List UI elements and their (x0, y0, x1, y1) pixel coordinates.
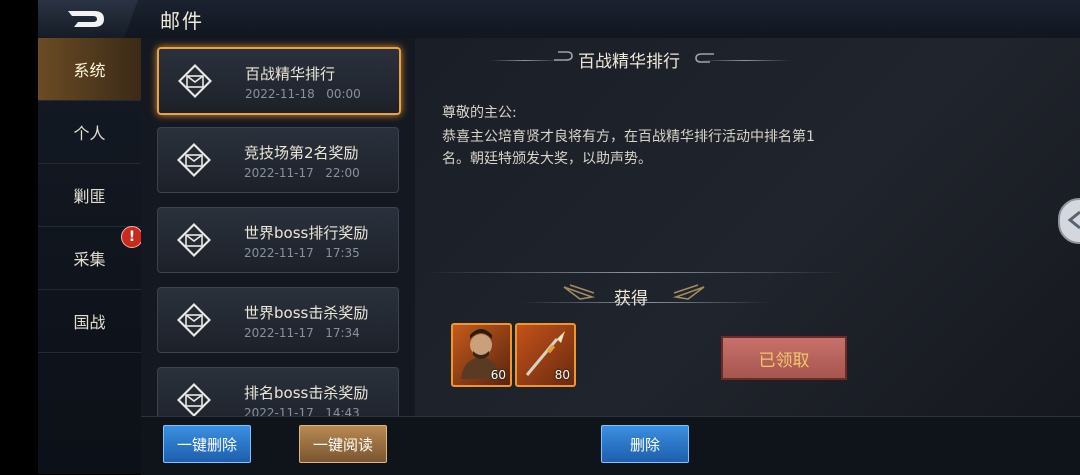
mail-timestamp: 2022-11-17 17:35 (244, 246, 360, 260)
reward-divider (425, 272, 845, 273)
mail-date: 2022-11-17 (244, 326, 314, 340)
mail-timestamp: 2022-11-17 17:34 (244, 326, 360, 340)
wing-ornament-right-icon (672, 284, 705, 300)
tab-personal[interactable]: 个人 (38, 101, 141, 164)
reward-item[interactable]: 60 (451, 323, 512, 387)
mail-title: 排名boss击杀奖励 (244, 384, 369, 402)
mail-title: 世界boss击杀奖励 (244, 304, 369, 322)
heading-divider-left (490, 60, 560, 61)
envelope-icon (177, 223, 211, 257)
envelope-icon (177, 143, 211, 177)
mail-heading: 百战精华排行 (578, 52, 680, 72)
mail-date: 2022-11-17 (244, 246, 314, 260)
tab-label: 个人 (73, 124, 106, 143)
mail-item[interactable]: 排名boss击杀奖励 2022-11-17 14:43 (157, 367, 399, 416)
claim-status-label: 已领取 (758, 350, 810, 371)
envelope-icon (177, 303, 211, 337)
button-label: 一键阅读 (312, 435, 373, 454)
button-label: 删除 (629, 435, 660, 454)
mail-item[interactable]: 百战精华排行 2022-11-18 00:00 (157, 47, 401, 115)
tab-system[interactable]: 系统 (38, 38, 141, 101)
tab-label: 剿匪 (73, 187, 106, 206)
cloud-ornament-left-icon (554, 51, 573, 61)
mail-date: 2022-11-18 (245, 87, 315, 101)
chevron-left-icon (1067, 210, 1080, 230)
mail-time: 14:43 (325, 406, 360, 416)
mail-title: 百战精华排行 (245, 65, 336, 83)
wing-ornament-left-icon (563, 284, 596, 300)
mail-body: 恭喜主公培育贤才良将有方，在百战精华排行活动中排名第1名。朝廷特颁发大奖，以助声… (442, 129, 815, 167)
mail-date: 2022-11-17 (244, 406, 314, 416)
read-all-button[interactable]: 一键阅读 (299, 425, 387, 463)
envelope-icon (178, 64, 212, 98)
claim-status-button[interactable]: 已领取 (721, 336, 847, 380)
notification-badge: ! (121, 226, 143, 248)
mail-timestamp: 2022-11-17 14:43 (244, 406, 360, 416)
delete-button[interactable]: 删除 (601, 425, 689, 463)
cloud-ornament-right-icon (695, 53, 714, 63)
mail-timestamp: 2022-11-17 22:00 (244, 166, 360, 180)
mail-time: 00:00 (326, 87, 361, 101)
page-title: 邮件 (160, 9, 204, 33)
mail-date: 2022-11-17 (244, 166, 314, 180)
mail-item[interactable]: 世界boss排行奖励 2022-11-17 17:35 (157, 207, 399, 273)
tab-label: 采集 (73, 250, 106, 269)
mail-time: 17:35 (325, 246, 360, 260)
mail-time: 22:00 (325, 166, 360, 180)
tab-label: 系统 (73, 61, 106, 80)
game-logo-icon (68, 11, 104, 27)
reward-quantity: 60 (490, 368, 506, 382)
tab-label: 国战 (73, 313, 106, 332)
tab-bandit[interactable]: 剿匪 (38, 164, 141, 227)
tab-national-war[interactable]: 国战 (38, 290, 141, 353)
mail-item[interactable]: 竞技场第2名奖励 2022-11-17 22:00 (157, 127, 399, 193)
mail-list: 百战精华排行 2022-11-18 00:00 竞技场第2名奖励 2022-11… (141, 38, 415, 416)
mail-title: 竞技场第2名奖励 (244, 144, 359, 162)
envelope-icon (177, 383, 211, 416)
reward-quantity: 80 (554, 368, 570, 382)
mail-timestamp: 2022-11-18 00:00 (245, 87, 361, 101)
reward-label: 获得 (614, 289, 648, 309)
mail-item[interactable]: 世界boss击杀奖励 2022-11-17 17:34 (157, 287, 399, 353)
back-button[interactable] (38, 0, 138, 38)
mail-greeting: 尊敬的主公: (442, 105, 517, 121)
screen-edge (0, 0, 38, 474)
delete-all-button[interactable]: 一键删除 (163, 425, 251, 463)
category-sidebar: 系统 个人 剿匪 采集 国战 (38, 38, 141, 474)
mail-title: 世界boss排行奖励 (244, 224, 369, 242)
mail-time: 17:34 (325, 326, 360, 340)
button-label: 一键删除 (176, 435, 237, 454)
reward-item[interactable]: 80 (515, 323, 576, 387)
